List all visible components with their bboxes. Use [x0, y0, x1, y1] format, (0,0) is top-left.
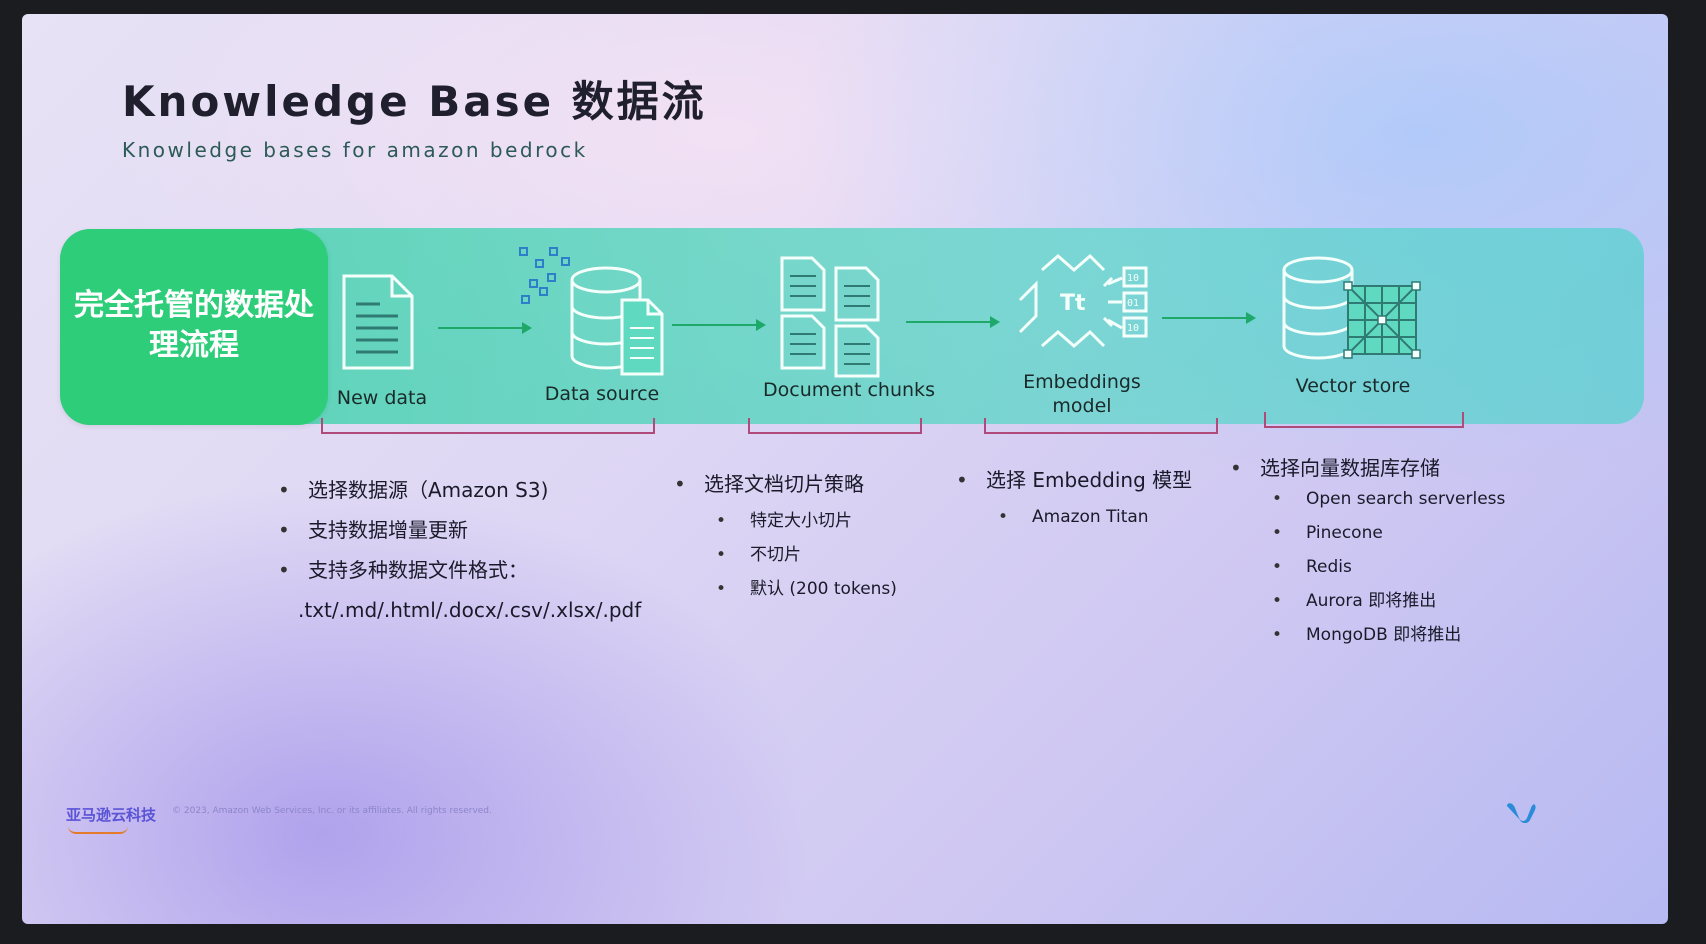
list-item: 选择 Embedding 模型 Amazon Titan [956, 460, 1216, 534]
svg-text:Tt: Tt [1060, 291, 1086, 316]
bracket-document-chunks [748, 418, 922, 434]
embeddings-model-icon: Tt 10 01 10 [1018, 253, 1148, 348]
stage-label-data-source: Data source [544, 383, 660, 405]
stage-label-embeddings-model: Embeddings model [1023, 371, 1141, 417]
bracket-data-source [321, 418, 655, 434]
supported-formats: .txt/.md/.html/.docx/.csv/.xlsx/.pdf [298, 598, 642, 622]
svg-text:10: 10 [1127, 273, 1139, 284]
list-item-label: 选择向量数据库存储 [1260, 456, 1440, 480]
list-item: 不切片 [704, 538, 974, 572]
company-logo: 亚马逊云科技 [66, 806, 157, 824]
logo-swoosh [68, 826, 128, 834]
copyright-text: © 2023, Amazon Web Services, Inc. or its… [172, 806, 492, 816]
svg-text:10: 10 [1127, 323, 1139, 334]
bracket-vector-store [1264, 412, 1464, 428]
chunking-bullets: 选择文档切片策略 特定大小切片 不切片 默认 (200 tokens) [674, 464, 974, 606]
list-item: 特定大小切片 [704, 504, 974, 538]
list-item: MongoDB 即将推出 [1260, 618, 1530, 652]
chunking-sub-list: 特定大小切片 不切片 默认 (200 tokens) [704, 504, 974, 606]
vector-store-bullets: 选择向量数据库存储 Open search serverless Pinecon… [1230, 448, 1530, 652]
data-source-bullets: 选择数据源（Amazon S3) 支持数据增量更新 支持多种数据文件格式： [278, 470, 698, 590]
pipeline-band [272, 228, 1644, 424]
vector-store-icon [1282, 256, 1421, 360]
document-icon [342, 274, 414, 370]
list-item-label: 选择 Embedding 模型 [986, 468, 1193, 492]
list-item: Redis [1260, 550, 1530, 584]
list-item: 默认 (200 tokens) [704, 572, 974, 606]
arrow-2 [672, 319, 766, 331]
embedding-sub-list: Amazon Titan [986, 500, 1216, 534]
stage-label-new-data: New data [336, 387, 428, 409]
svg-text:01: 01 [1127, 298, 1139, 309]
vector-store-sub-list: Open search serverless Pinecone Redis Au… [1260, 482, 1530, 652]
slide: Knowledge Base 数据流 Knowledge bases for a… [22, 14, 1668, 924]
database-documents-icon [519, 247, 664, 376]
slide-subtitle: Knowledge bases for amazon bedrock [122, 138, 588, 162]
arrow-4 [1162, 312, 1256, 324]
embedding-bullets: 选择 Embedding 模型 Amazon Titan [956, 460, 1216, 534]
list-item: 选择向量数据库存储 Open search serverless Pinecon… [1230, 448, 1530, 652]
slide-title: Knowledge Base 数据流 [122, 77, 707, 126]
list-item: Amazon Titan [986, 500, 1216, 534]
list-item: Pinecone [1260, 516, 1530, 550]
list-item: Open search serverless [1260, 482, 1530, 516]
arrow-3 [906, 316, 1000, 328]
list-item: 选择数据源（Amazon S3) [278, 470, 698, 510]
corner-logo-icon [1507, 803, 1536, 823]
list-item: 选择文档切片策略 特定大小切片 不切片 默认 (200 tokens) [674, 464, 974, 606]
document-chunks-icon [780, 256, 880, 378]
list-item: Aurora 即将推出 [1260, 584, 1530, 618]
list-item: 支持数据增量更新 [278, 510, 698, 550]
stage-label-document-chunks: Document chunks [763, 379, 935, 401]
list-item: 支持多种数据文件格式： [278, 550, 698, 590]
managed-process-label: 完全托管的数据处理流程 [74, 288, 314, 363]
list-item-label: 选择文档切片策略 [704, 472, 864, 496]
bracket-embeddings-model [984, 418, 1218, 434]
stage-label-vector-store: Vector store [1295, 375, 1411, 397]
